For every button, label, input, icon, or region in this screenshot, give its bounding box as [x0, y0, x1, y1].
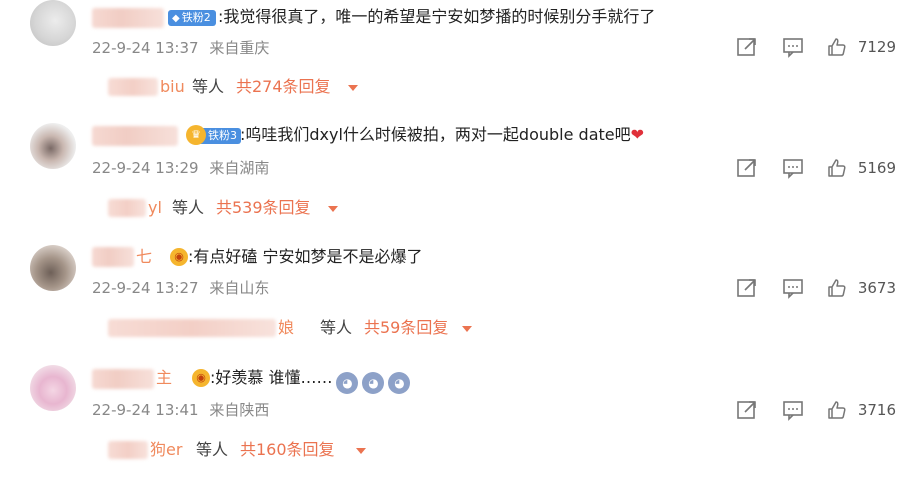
avatar[interactable]	[30, 0, 76, 46]
reply-etc: 等人	[172, 198, 205, 217]
comment-item: ♛ 铁粉3 :呜哇我们dxyl什么时候被拍，两对一起double date吧❤ 2…	[0, 117, 900, 232]
comment-time: 22-9-24 13:41	[92, 401, 199, 419]
fan-face-icon: ◉	[170, 248, 188, 266]
avatar[interactable]	[30, 123, 76, 169]
comment-meta: 22-9-24 13:37 来自重庆	[92, 38, 269, 58]
thumbs-up-icon[interactable]	[826, 36, 848, 58]
comment-time: 22-9-24 13:37	[92, 39, 199, 57]
like-count: 3716	[857, 401, 896, 419]
thumbs-up-icon[interactable]	[826, 399, 848, 421]
username[interactable]	[92, 126, 178, 146]
reply-count[interactable]: 共539条回复	[216, 197, 311, 219]
thumbs-up-icon[interactable]	[826, 157, 848, 179]
reply-username-tail: yl	[148, 198, 162, 217]
fan-face-icon: ◉	[192, 369, 210, 387]
comment-icon[interactable]	[782, 36, 804, 58]
comment-icon[interactable]	[782, 277, 804, 299]
chevron-down-icon[interactable]	[356, 448, 366, 454]
reply-username-tail: 娘	[278, 318, 295, 337]
comment-icon[interactable]	[782, 157, 804, 179]
comment-time: 22-9-24 13:27	[92, 279, 199, 297]
like-count: 7129	[857, 38, 896, 56]
username-tail[interactable]: 七	[136, 247, 152, 267]
reply-count[interactable]: 共160条回复	[240, 439, 335, 461]
comment-actions: 3716	[700, 399, 900, 423]
comment-time: 22-9-24 13:29	[92, 159, 199, 177]
comment-meta: 22-9-24 13:29 来自湖南	[92, 158, 269, 178]
username-tail[interactable]: 主	[156, 368, 172, 388]
reply-username-tail: biu	[160, 77, 185, 96]
fan-badge[interactable]: ◆ 铁粉2	[168, 10, 216, 26]
diamond-icon: ◆	[172, 13, 180, 24]
comment-item: 七 ◉ :有点好磕 宁安如梦是不是必爆了 22-9-24 13:27 来自山东 …	[0, 237, 900, 352]
red-heart-emoji: ❤	[630, 125, 645, 144]
comment-meta: 22-9-24 13:27 来自山东	[92, 278, 269, 298]
comment-text: :呜哇我们dxyl什么时候被拍，两对一起double date吧❤	[240, 125, 645, 144]
reply-username	[108, 441, 148, 459]
reply-count[interactable]: 共59条回复	[364, 317, 448, 339]
comment-actions: 5169	[700, 157, 900, 181]
reply-etc: 等人	[196, 440, 229, 459]
reply-etc: 等人	[192, 77, 225, 96]
crown-icon: ♛	[186, 125, 206, 145]
reply-username-tail: 狗er	[150, 440, 183, 459]
comment-text: :好羡慕 谁懂…… ◕ ◕ ◕	[210, 367, 411, 394]
chevron-down-icon[interactable]	[328, 206, 338, 212]
like-count: 3673	[857, 279, 896, 297]
comment-item: 主 ◉ :好羡慕 谁懂…… ◕ ◕ ◕ 22-9-24 13:41 来自陕西 3716…	[0, 357, 900, 483]
reply-summary[interactable]: biu 等人 共274条回复	[108, 76, 388, 98]
reply-summary[interactable]: yl 等人 共539条回复	[108, 197, 388, 219]
avatar[interactable]	[30, 245, 76, 291]
reply-summary[interactable]: 娘 等人 共59条回复	[108, 317, 488, 339]
share-icon[interactable]	[736, 36, 758, 58]
scared-face-emoji: ◕	[336, 372, 359, 394]
chevron-down-icon[interactable]	[462, 326, 472, 332]
reply-username	[108, 78, 158, 96]
reply-username	[108, 199, 146, 217]
like-count: 5169	[857, 159, 896, 177]
comment-icon[interactable]	[782, 399, 804, 421]
username[interactable]	[92, 8, 164, 28]
scared-face-emoji: ◕	[362, 372, 385, 394]
reply-count[interactable]: 共274条回复	[236, 76, 331, 98]
reply-username	[108, 319, 276, 337]
share-icon[interactable]	[736, 399, 758, 421]
comment-location: 来自重庆	[209, 39, 270, 57]
comment-text: :有点好磕 宁安如梦是不是必爆了	[188, 247, 423, 266]
comment-location: 来自山东	[209, 279, 270, 297]
fan-badge[interactable]: ♛ 铁粉3	[186, 125, 241, 145]
reply-summary[interactable]: 狗er 等人 共160条回复	[108, 439, 388, 461]
comment-meta: 22-9-24 13:41 来自陕西	[92, 400, 269, 420]
comment-text: :我觉得很真了，唯一的希望是宁安如梦播的时候别分手就行了	[218, 7, 656, 26]
share-icon[interactable]	[736, 157, 758, 179]
comment-location: 来自湖南	[209, 159, 270, 177]
comment-actions: 7129	[700, 36, 900, 60]
thumbs-up-icon[interactable]	[826, 277, 848, 299]
chevron-down-icon[interactable]	[348, 85, 358, 91]
comment-item: ◆ 铁粉2 :我觉得很真了，唯一的希望是宁安如梦播的时候别分手就行了 22-9-2…	[0, 0, 900, 115]
scared-face-emoji: ◕	[388, 372, 411, 394]
comment-location: 来自陕西	[209, 401, 270, 419]
reply-etc: 等人	[320, 318, 353, 337]
comment-actions: 3673	[700, 277, 900, 301]
share-icon[interactable]	[736, 277, 758, 299]
username[interactable]	[92, 247, 134, 267]
avatar[interactable]	[30, 365, 76, 411]
username[interactable]	[92, 369, 154, 389]
